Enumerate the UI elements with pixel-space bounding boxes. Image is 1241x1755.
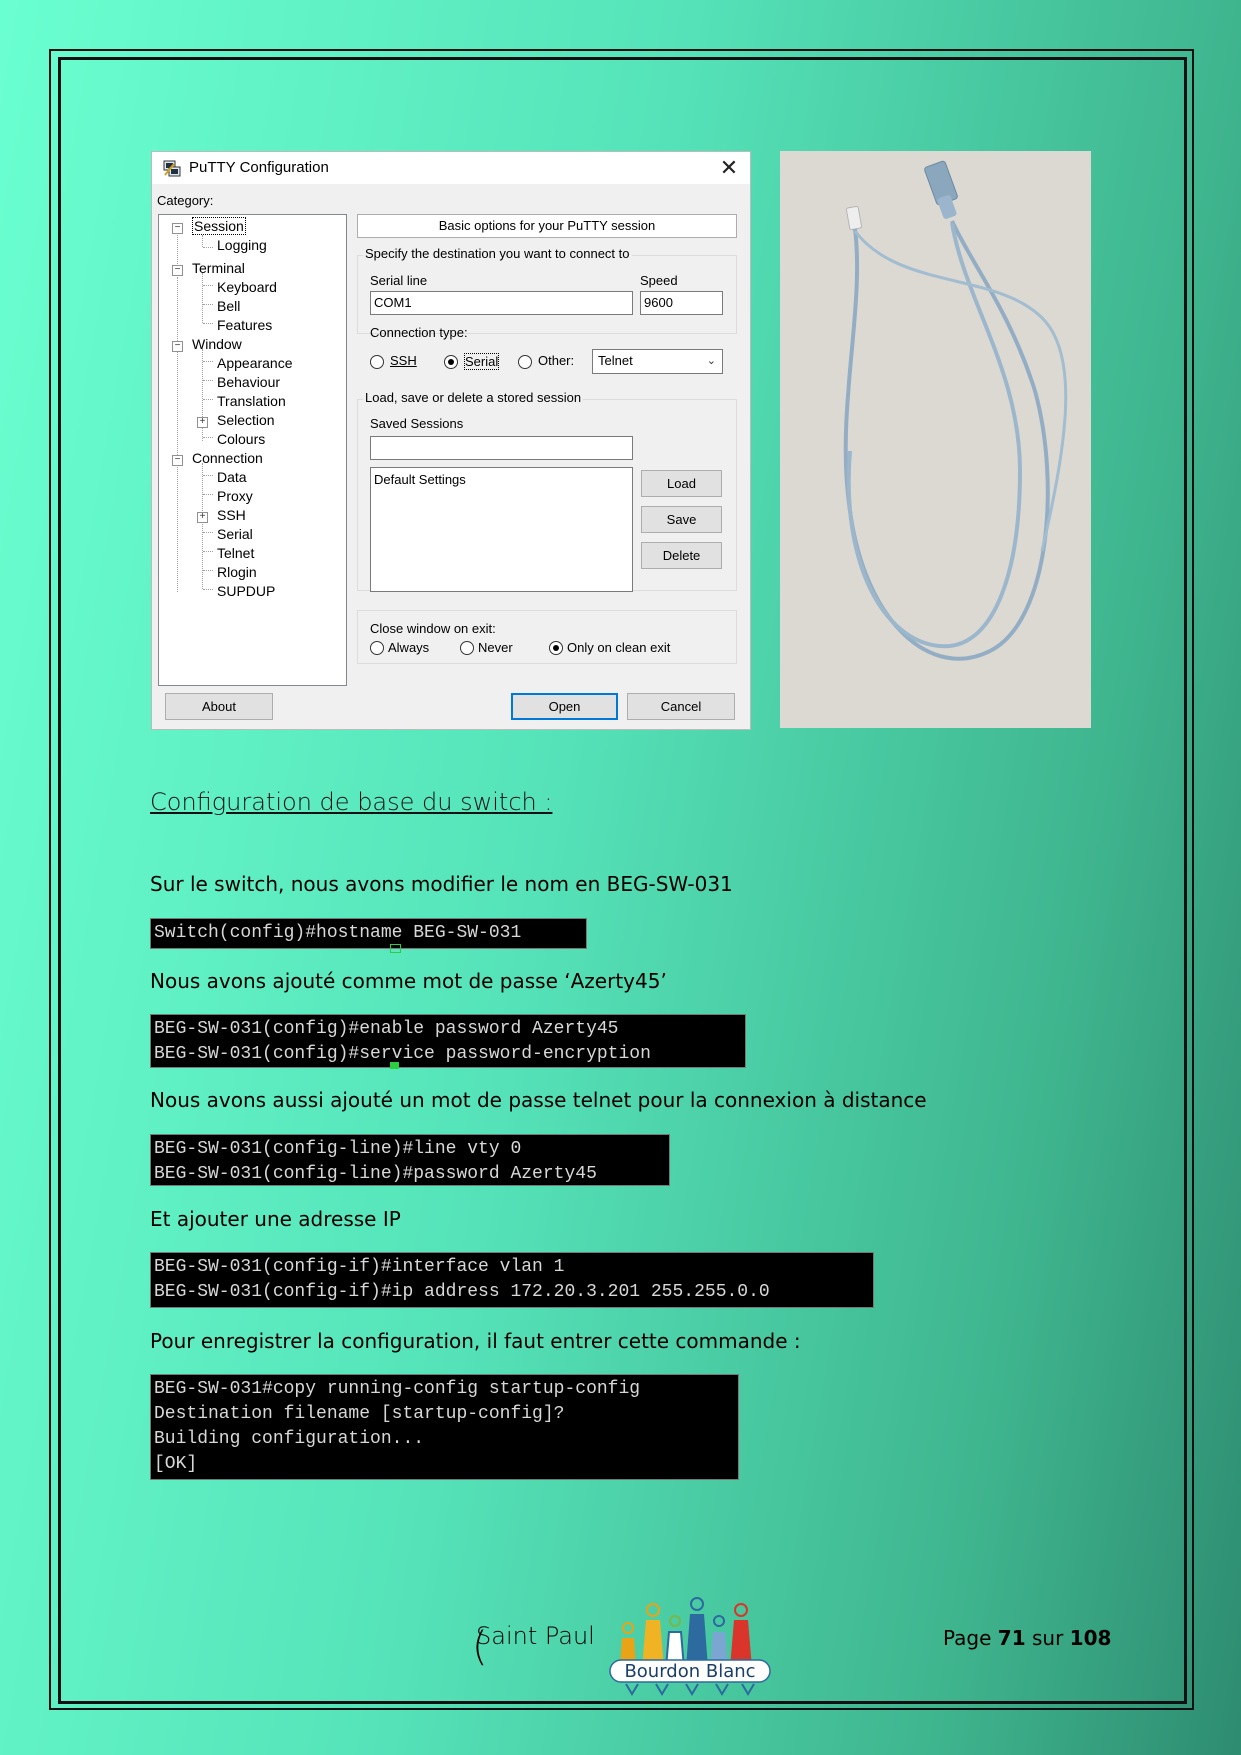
- tree-item-behaviour[interactable]: Behaviour: [217, 374, 280, 390]
- tree-item-translation[interactable]: Translation: [217, 393, 286, 409]
- terminal-enable-password: BEG-SW-031(config)#enable password Azert…: [150, 1014, 746, 1068]
- current-page: 71: [997, 1626, 1026, 1650]
- exit-always-label: Always: [388, 640, 430, 655]
- footer-school-name: Saint Paul: [476, 1622, 595, 1650]
- paragraph-ip: Et ajouter une adresse IP: [150, 1207, 401, 1231]
- total-pages: 108: [1069, 1626, 1112, 1650]
- tree-item-logging[interactable]: Logging: [217, 237, 267, 253]
- terminal-cursor: [390, 944, 401, 953]
- open-button[interactable]: Open: [511, 693, 618, 720]
- close-icon[interactable]: ✕: [715, 154, 743, 182]
- saved-sessions-input[interactable]: [370, 436, 633, 460]
- tree-item-bell[interactable]: Bell: [217, 298, 240, 314]
- tree-item-window[interactable]: Window: [192, 336, 242, 352]
- tree-item-data[interactable]: Data: [217, 469, 247, 485]
- window-titlebar: PuTTY Configuration ✕: [152, 152, 750, 184]
- tree-item-telnet[interactable]: Telnet: [217, 545, 254, 561]
- ssh-radio[interactable]: [370, 355, 384, 369]
- tree-item-session[interactable]: Session: [192, 217, 246, 235]
- terminal-copy-config: BEG-SW-031#copy running-config startup-c…: [150, 1374, 739, 1480]
- paragraph-rename: Sur le switch, nous avons modifier le no…: [150, 872, 733, 896]
- speed-input[interactable]: 9600: [640, 291, 723, 315]
- exit-never-radio[interactable]: [460, 641, 474, 655]
- destination-group-label: Specify the destination you want to conn…: [363, 246, 632, 261]
- other-protocol-value: Telnet: [598, 353, 633, 368]
- tree-item-features[interactable]: Features: [217, 317, 272, 333]
- console-cable-photo: [780, 151, 1091, 728]
- collapse-icon[interactable]: −: [172, 223, 183, 234]
- logo-text: Bourdon Blanc: [624, 1661, 755, 1682]
- sessions-group-label: Load, save or delete a stored session: [363, 390, 584, 405]
- category-tree[interactable]: − Session Logging − Terminal Keyboard Be…: [158, 214, 347, 686]
- other-protocol-select[interactable]: Telnet ⌄: [592, 349, 723, 374]
- chevron-down-icon: ⌄: [706, 355, 716, 367]
- panel-header: Basic options for your PuTTY session: [357, 214, 737, 238]
- paragraph-telnet: Nous avons aussi ajouté un mot de passe …: [150, 1088, 927, 1112]
- tree-item-proxy[interactable]: Proxy: [217, 488, 253, 504]
- paragraph-save: Pour enregistrer la configuration, il fa…: [150, 1329, 801, 1353]
- other-radio[interactable]: [518, 355, 532, 369]
- cancel-button[interactable]: Cancel: [627, 693, 735, 720]
- other-radio-label: Other:: [538, 353, 575, 368]
- terminal-vty-password: BEG-SW-031(config-line)#line vty 0 BEG-S…: [150, 1134, 670, 1186]
- serial-radio-label: Serial: [464, 353, 500, 370]
- school-logo: Bourdon Blanc: [609, 1597, 771, 1696]
- expand-icon[interactable]: +: [197, 512, 208, 523]
- page-number: Page 71 sur 108: [943, 1626, 1112, 1650]
- list-item[interactable]: Default Settings: [374, 470, 632, 490]
- exit-never-label: Never: [478, 640, 513, 655]
- tree-item-colours[interactable]: Colours: [217, 431, 265, 447]
- serial-radio[interactable]: [444, 355, 458, 369]
- close-on-exit-label: Close window on exit:: [370, 621, 496, 636]
- serial-line-input[interactable]: COM1: [370, 291, 633, 315]
- load-button[interactable]: Load: [641, 470, 722, 497]
- sessions-list[interactable]: Default Settings: [370, 467, 633, 592]
- ssh-radio-label: SSH: [390, 353, 417, 368]
- expand-icon[interactable]: +: [197, 417, 208, 428]
- tree-item-serial[interactable]: Serial: [217, 526, 253, 542]
- close-on-exit-group: [357, 610, 737, 664]
- serial-line-label: Serial line: [370, 273, 428, 288]
- paragraph-password: Nous avons ajouté comme mot de passe ‘Az…: [150, 969, 667, 993]
- window-title: PuTTY Configuration: [189, 159, 329, 176]
- exit-clean-label: Only on clean exit: [567, 640, 671, 655]
- tree-item-supdup[interactable]: SUPDUP: [217, 583, 275, 599]
- collapse-icon[interactable]: −: [172, 455, 183, 466]
- exit-clean-radio[interactable]: [549, 641, 563, 655]
- collapse-icon[interactable]: −: [172, 265, 183, 276]
- speed-label: Speed: [640, 273, 678, 288]
- tree-item-connection[interactable]: Connection: [192, 450, 263, 466]
- terminal-cursor: [390, 1062, 399, 1069]
- section-title: Configuration de base du switch :: [150, 788, 553, 816]
- delete-button[interactable]: Delete: [641, 542, 722, 569]
- putty-configuration-window: PuTTY Configuration ✕ Category: − Sessio…: [151, 151, 751, 730]
- tree-item-keyboard[interactable]: Keyboard: [217, 279, 277, 295]
- connection-type-label: Connection type:: [370, 325, 468, 340]
- about-button[interactable]: About: [165, 693, 273, 720]
- exit-always-radio[interactable]: [370, 641, 384, 655]
- tree-item-ssh[interactable]: SSH: [217, 507, 246, 523]
- tree-item-appearance[interactable]: Appearance: [217, 355, 293, 371]
- collapse-icon[interactable]: −: [172, 341, 183, 352]
- category-label: Category:: [157, 193, 214, 208]
- terminal-hostname: Switch(config)#hostname BEG-SW-031: [150, 918, 587, 949]
- tree-item-rlogin[interactable]: Rlogin: [217, 564, 257, 580]
- tree-item-selection[interactable]: Selection: [217, 412, 275, 428]
- saved-sessions-label: Saved Sessions: [370, 416, 464, 431]
- tree-item-terminal[interactable]: Terminal: [192, 260, 245, 276]
- putty-app-icon: [163, 160, 181, 177]
- save-button[interactable]: Save: [641, 506, 722, 533]
- terminal-ip-address: BEG-SW-031(config-if)#interface vlan 1 B…: [150, 1252, 874, 1308]
